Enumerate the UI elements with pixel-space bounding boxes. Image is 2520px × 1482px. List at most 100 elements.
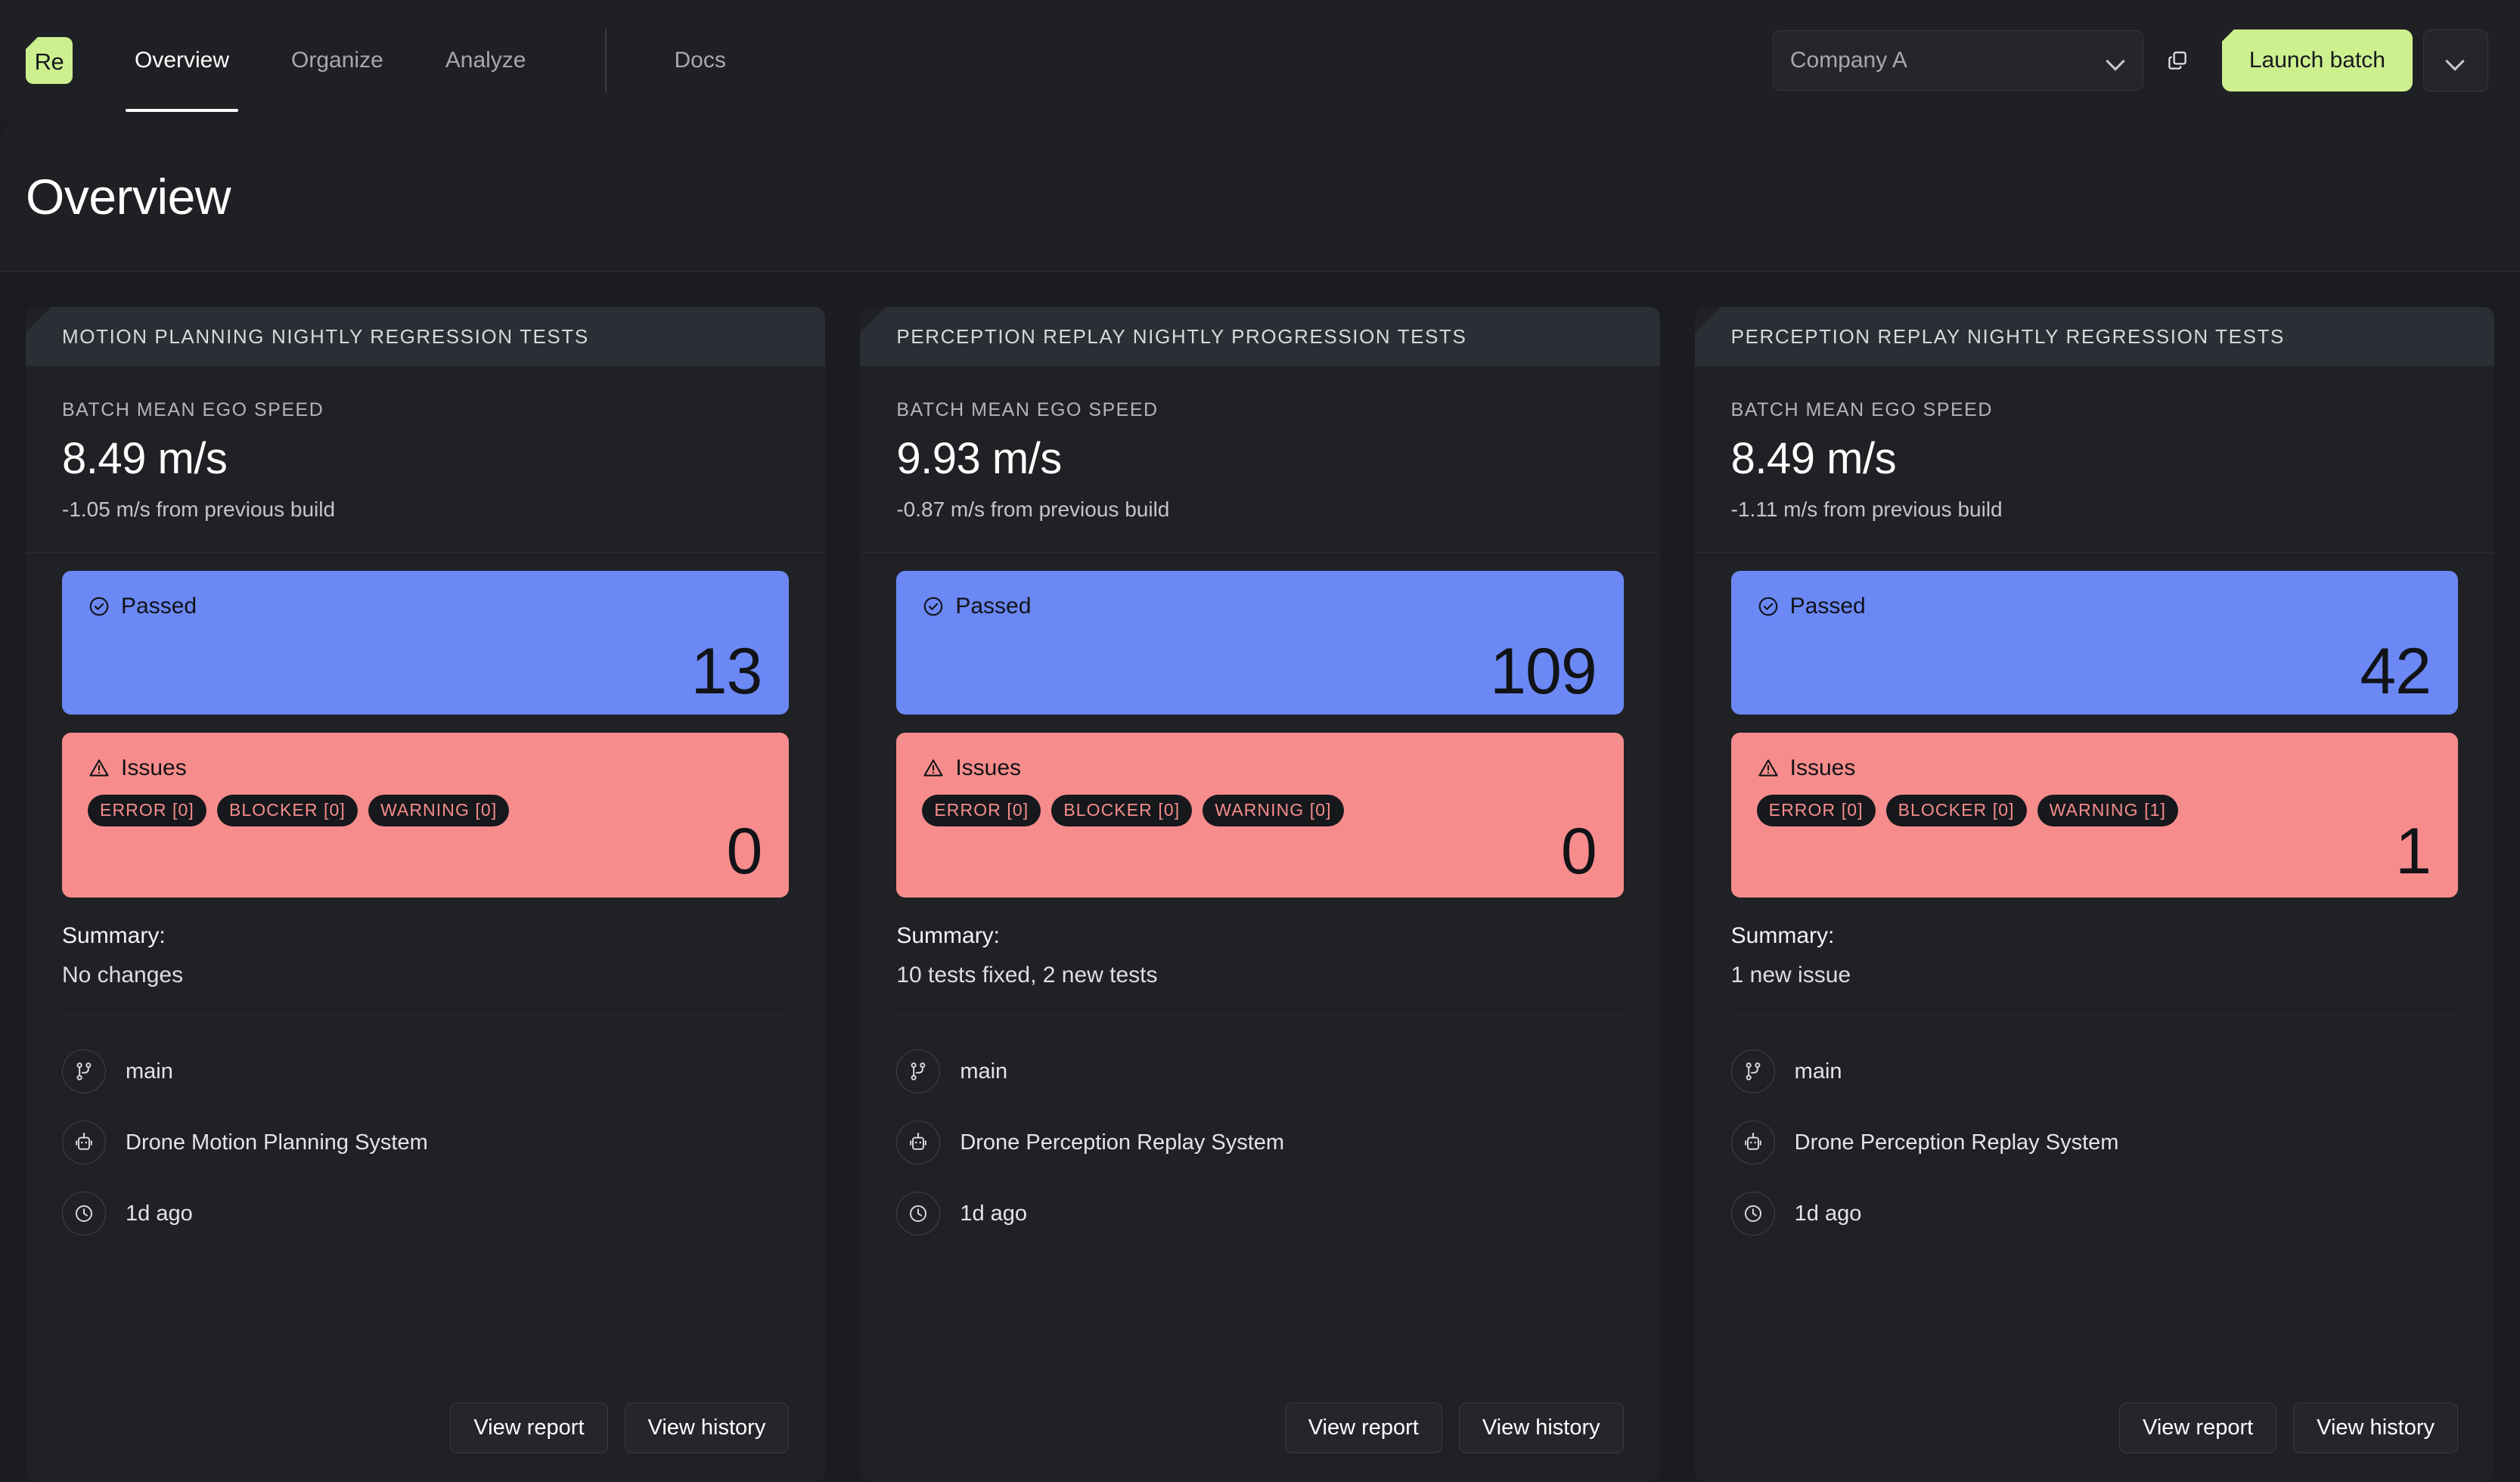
- view-report-button[interactable]: View report: [1284, 1403, 1442, 1453]
- issues-count: 1: [2395, 815, 2432, 888]
- batch-meta-list: main Drone Motion Planning System 1d ago: [62, 1014, 790, 1249]
- system-name: Drone Motion Planning System: [126, 1130, 428, 1155]
- nav-tab-overview-label: Overview: [135, 48, 230, 73]
- meta-row-time: 1d ago: [62, 1178, 789, 1249]
- passed-panel[interactable]: Passed 13: [62, 571, 790, 715]
- summary-text: No changes: [62, 963, 184, 987]
- warning-triangle-icon: [1758, 759, 1778, 777]
- issue-chip[interactable]: BLOCKER [0]: [216, 795, 358, 826]
- organization-selector[interactable]: Company A: [1772, 30, 2143, 91]
- view-report-button[interactable]: View report: [450, 1403, 608, 1453]
- metric-delta: -1.05 m/s from previous build: [62, 498, 336, 521]
- robot-icon: [910, 1133, 927, 1150]
- relative-time: 1d ago: [1794, 1201, 1862, 1226]
- warning-triangle-icon: [89, 759, 109, 777]
- passed-title-row: Passed: [1757, 594, 2432, 619]
- metric-delta: -0.87 m/s from previous build: [896, 498, 1170, 521]
- passed-panel-left: Passed: [1757, 594, 2432, 633]
- metric-label: BATCH MEAN EGO SPEED: [896, 399, 1159, 420]
- issue-chip[interactable]: BLOCKER [0]: [1051, 795, 1193, 826]
- metric-delta: -1.11 m/s from previous build: [1730, 498, 2003, 521]
- batch-meta-list: main Drone Perception Replay System 1d ago: [896, 1014, 1624, 1249]
- summary-label: Summary:: [896, 923, 1001, 948]
- clock-icon-wrap: [62, 1192, 106, 1236]
- batch-card: PERCEPTION REPLAY NIGHTLY REGRESSION TES…: [1694, 307, 2494, 1482]
- robot-icon: [76, 1133, 92, 1150]
- clock-icon: [1744, 1205, 1761, 1223]
- branch-name: main: [126, 1059, 173, 1084]
- issues-panel[interactable]: Issues ERROR [0] BLOCKER [0] WARNING [0] 0: [896, 733, 1624, 898]
- passed-count: 42: [2360, 635, 2432, 708]
- issue-chips: ERROR [0] BLOCKER [0] WARNING [0]: [88, 795, 763, 826]
- organization-selector-value: Company A: [1789, 48, 1907, 73]
- issue-chip[interactable]: WARNING [0]: [1203, 795, 1344, 826]
- issue-chip[interactable]: ERROR [0]: [1756, 795, 1876, 826]
- issue-chip[interactable]: BLOCKER [0]: [1885, 795, 2027, 826]
- nav-tab-organize[interactable]: Organize: [282, 0, 393, 121]
- issues-panel[interactable]: Issues ERROR [0] BLOCKER [0] WARNING [0] 0: [62, 733, 790, 898]
- summary-text: 1 new issue: [1730, 963, 1851, 987]
- check-circle-icon: [1758, 597, 1777, 616]
- meta-row-branch: main: [1730, 1036, 2458, 1107]
- issues-label: Issues: [121, 755, 187, 780]
- nav-tab-overview[interactable]: Overview: [126, 0, 239, 121]
- issues-panel[interactable]: Issues ERROR [0] BLOCKER [0] WARNING [1] 1: [1730, 733, 2458, 898]
- batch-stats: Passed 42 Issues ERROR [0] BLOCKER [0] WARNIN…: [1695, 553, 2494, 898]
- clock-icon-wrap: [896, 1192, 941, 1236]
- nav-tab-analyze[interactable]: Analyze: [436, 0, 535, 121]
- issue-chip[interactable]: ERROR [0]: [88, 795, 206, 826]
- app-logo-text: Re: [34, 48, 64, 75]
- view-history-button[interactable]: View history: [2293, 1403, 2458, 1453]
- copy-icon-button[interactable]: [2154, 37, 2201, 84]
- app-logo[interactable]: Re: [26, 37, 73, 84]
- passed-panel-left: Passed: [922, 594, 1597, 633]
- meta-row-time: 1d ago: [1730, 1178, 2458, 1249]
- branch-icon: [911, 1062, 926, 1080]
- clock-icon-wrap: [1730, 1192, 1775, 1236]
- check-circle-icon: [89, 597, 109, 616]
- issues-panel-left: Issues ERROR [0] BLOCKER [0] WARNING [0]: [922, 755, 1597, 826]
- issues-count: 0: [726, 815, 762, 888]
- nav-divider: [604, 29, 607, 92]
- summary-label: Summary:: [62, 923, 166, 948]
- view-history-button[interactable]: View history: [1458, 1403, 1624, 1453]
- launch-batch-button[interactable]: Launch batch: [2221, 29, 2413, 91]
- branch-icon-wrap: [1730, 1049, 1775, 1093]
- issues-title-row: Issues: [922, 755, 1597, 781]
- summary-block: Summary: 10 tests fixed, 2 new tests: [860, 898, 1659, 988]
- passed-label: Passed: [1789, 594, 1866, 619]
- clock-icon: [75, 1205, 93, 1223]
- passed-panel[interactable]: Passed 109: [896, 571, 1624, 715]
- view-report-button[interactable]: View report: [2119, 1403, 2277, 1453]
- passed-panel[interactable]: Passed 42: [1730, 571, 2458, 715]
- batch-card-actions: View report View history: [860, 1389, 1659, 1482]
- metric-value: 9.93 m/s: [896, 434, 1062, 483]
- branch-name: main: [960, 1059, 1008, 1084]
- nav-tab-docs[interactable]: Docs: [666, 0, 735, 121]
- meta-row-branch: main: [896, 1036, 1623, 1107]
- issues-title-row: Issues: [1757, 755, 2432, 781]
- system-name: Drone Perception Replay System: [960, 1130, 1285, 1155]
- issue-chip[interactable]: WARNING [1]: [2037, 795, 2178, 826]
- passed-title-row: Passed: [88, 594, 763, 619]
- passed-title-row: Passed: [922, 594, 1597, 619]
- metric-value: 8.49 m/s: [1730, 434, 1897, 483]
- relative-time: 1d ago: [126, 1201, 193, 1226]
- meta-row-system: Drone Motion Planning System: [62, 1107, 789, 1178]
- meta-row-time: 1d ago: [896, 1178, 1623, 1249]
- relative-time: 1d ago: [960, 1201, 1028, 1226]
- issue-chip[interactable]: ERROR [0]: [922, 795, 1041, 826]
- batch-metric-block: BATCH MEAN EGO SPEED 9.93 m/s -0.87 m/s fr…: [860, 366, 1660, 553]
- batch-meta-list: main Drone Perception Replay System 1d ago: [1730, 1014, 2458, 1249]
- batch-card: MOTION PLANNING NIGHTLY REGRESSION TESTS…: [26, 307, 826, 1482]
- passed-count: 13: [691, 635, 763, 708]
- issue-chip[interactable]: WARNING [0]: [368, 795, 510, 826]
- launch-batch-dropdown-button[interactable]: [2423, 29, 2488, 91]
- issues-label: Issues: [1789, 755, 1856, 780]
- passed-panel-left: Passed: [88, 594, 763, 633]
- page-header: Overview: [0, 121, 2520, 272]
- robot-icon-wrap: [62, 1121, 106, 1164]
- view-history-button[interactable]: View history: [624, 1403, 790, 1453]
- issue-chips: ERROR [0] BLOCKER [0] WARNING [1]: [1756, 795, 2432, 826]
- chevron-down-icon: [2446, 51, 2466, 70]
